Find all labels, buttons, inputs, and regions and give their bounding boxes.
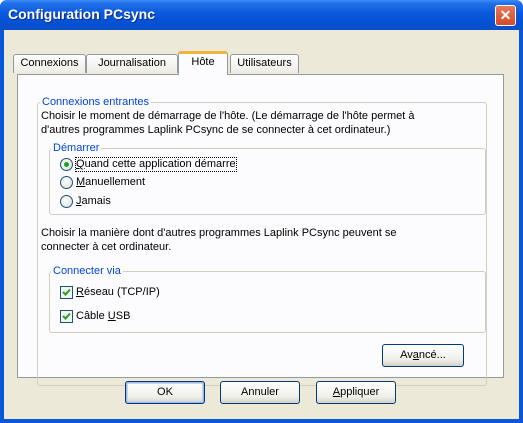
connect-via-group [49, 271, 486, 333]
close-icon: ✕ [499, 7, 512, 23]
connect-description-line1: Choisir la manière dont d'autres program… [41, 227, 397, 239]
radio-manually[interactable] [60, 176, 73, 189]
dialog-client-area: Connexions Journalisation Hôte Utilisate… [4, 30, 519, 419]
radio-label-when-app-starts[interactable]: Quand cette application démarre [75, 157, 237, 172]
apply-button[interactable]: Appliquer [316, 381, 396, 404]
cancel-button[interactable]: Annuler [220, 381, 300, 404]
radio-label-never[interactable]: Jamais [76, 195, 111, 208]
checkbox-usb[interactable] [60, 310, 73, 323]
tab-hote[interactable]: Hôte [178, 51, 228, 75]
title-bar[interactable]: Configuration PCsync ✕ [0, 0, 523, 30]
close-button[interactable]: ✕ [495, 5, 516, 26]
check-mark-icon [62, 288, 71, 296]
window-title: Configuration PCsync [8, 6, 156, 22]
checkbox-network[interactable] [60, 286, 73, 299]
tab-panel-hote: Connexions entrantes Choisir le moment d… [17, 74, 504, 386]
incoming-description-line2: d'autres programmes Laplink PCsync de se… [41, 124, 391, 136]
checkbox-label-usb[interactable]: Câble USB [76, 310, 130, 323]
ok-button[interactable]: OK [125, 381, 205, 404]
tab-connexions[interactable]: Connexions [13, 54, 86, 73]
tab-journalisation[interactable]: Journalisation [86, 54, 178, 73]
radio-never[interactable] [60, 195, 73, 208]
incoming-connections-legend: Connexions entrantes [40, 96, 152, 108]
radio-when-app-starts[interactable] [60, 158, 73, 171]
radio-label-manually[interactable]: Manuellement [76, 176, 145, 189]
dialog-window: Configuration PCsync ✕ Connexions Journa… [0, 0, 523, 423]
advanced-button[interactable]: Avancé... [382, 344, 464, 367]
start-group-legend: Démarrer [51, 142, 102, 154]
check-mark-icon [62, 312, 71, 320]
tab-utilisateurs[interactable]: Utilisateurs [230, 54, 299, 73]
connect-via-legend: Connecter via [51, 265, 123, 277]
incoming-description-line1: Choisir le moment de démarrage de l'hôte… [41, 110, 415, 122]
connect-description-line2: connecter à cet ordinateur. [41, 241, 172, 253]
checkbox-label-network[interactable]: Réseau (TCP/IP) [76, 286, 160, 299]
